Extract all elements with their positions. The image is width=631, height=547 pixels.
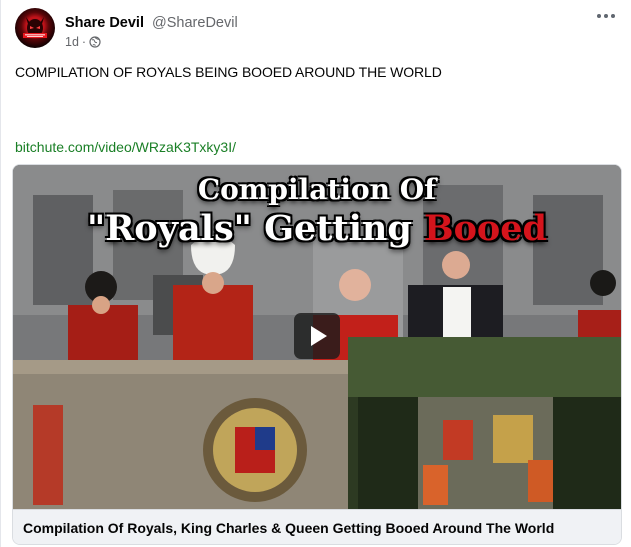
devil-logo-icon — [23, 17, 47, 38]
separator-dot: · — [81, 35, 87, 49]
author-name[interactable]: Share Devil — [65, 15, 144, 31]
thumbnail-title-line2: "Royals" Getting Booed — [13, 207, 621, 251]
post: Share Devil @ShareDevil 1d · COMPILATION… — [0, 0, 631, 547]
video-thumbnail[interactable]: Compilation Of "Royals" Getting Booed — [13, 165, 621, 509]
more-dot — [604, 14, 608, 18]
globe-icon — [89, 36, 101, 48]
post-text: COMPILATION OF ROYALS BEING BOOED AROUND… — [15, 64, 442, 80]
more-dot — [597, 14, 601, 18]
link-card-caption[interactable]: Compilation Of Royals, King Charles & Qu… — [13, 509, 621, 544]
post-link[interactable]: bitchute.com/video/WRzaK3Txky3I/ — [15, 138, 236, 156]
link-preview-card[interactable]: Compilation Of "Royals" Getting Booed Co… — [12, 164, 622, 545]
author-meta: Share Devil @ShareDevil 1d · — [65, 14, 238, 50]
thumbnail-title-line1: Compilation Of — [197, 173, 437, 206]
more-dot — [611, 14, 615, 18]
play-icon[interactable] — [294, 313, 340, 359]
post-header: Share Devil @ShareDevil 1d · — [15, 8, 238, 50]
thumbnail-title-line2-text: "Royals" Getting — [86, 208, 424, 249]
author-handle[interactable]: @ShareDevil — [152, 15, 238, 31]
post-subline: 1d · — [65, 34, 238, 50]
avatar[interactable] — [15, 8, 55, 48]
author-line: Share Devil @ShareDevil — [65, 14, 238, 32]
more-options-icon[interactable] — [597, 10, 617, 22]
post-timestamp[interactable]: 1d — [65, 34, 79, 50]
thumbnail-title-booed: Booed — [423, 208, 547, 249]
